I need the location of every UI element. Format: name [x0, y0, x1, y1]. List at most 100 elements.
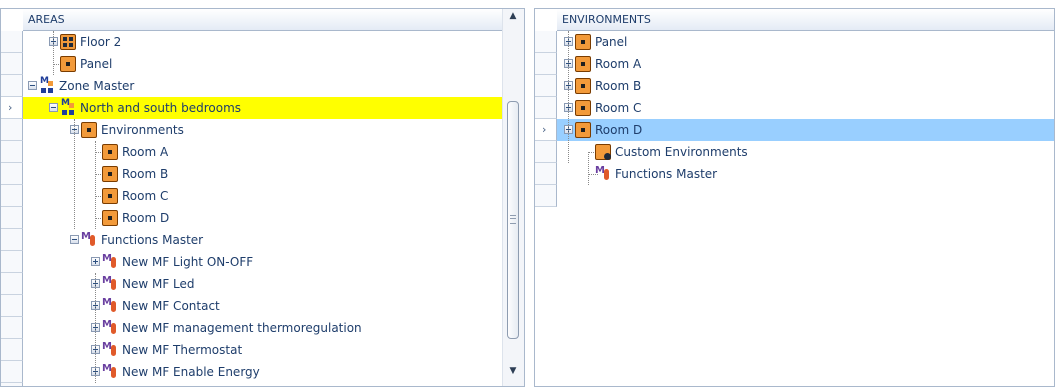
- environments-row-label: Room D: [595, 123, 643, 137]
- tree-connector: [74, 119, 75, 229]
- areas-header[interactable]: AREAS: [23, 9, 503, 31]
- environments-header-label: ENVIRONMENTS: [562, 13, 651, 26]
- areas-row-label: Environments: [101, 123, 184, 137]
- tree-connector: [95, 141, 96, 229]
- areas-row-label: New MF Enable Energy: [122, 365, 260, 379]
- row-selector-column: ›: [535, 9, 557, 386]
- row-selector[interactable]: [1, 317, 23, 339]
- expand-plus-icon[interactable]: [91, 257, 100, 266]
- areas-row[interactable]: M North and south bedrooms: [23, 97, 503, 119]
- areas-header-label: AREAS: [28, 13, 65, 26]
- row-selector[interactable]: [1, 185, 23, 207]
- environment-icon: [81, 122, 97, 138]
- areas-row[interactable]: M New MF Light ON-OFF: [23, 251, 503, 273]
- row-selector[interactable]: [1, 229, 23, 251]
- areas-row[interactable]: M Zone Master: [23, 75, 503, 97]
- environments-panel: › ENVIRONMENTS Panel Room A Room B Room C Ro…: [534, 8, 1055, 387]
- row-selector[interactable]: [1, 163, 23, 185]
- row-selector[interactable]: [535, 141, 557, 163]
- areas-row-label: New MF Contact: [122, 299, 220, 313]
- functions-master-icon: M: [595, 165, 611, 182]
- environment-icon: [60, 56, 76, 72]
- scrollbar-thumb[interactable]: [507, 101, 519, 339]
- environments-tree: Panel Room A Room B Room C Room D Custom Envi…: [557, 31, 1054, 386]
- row-selector[interactable]: [535, 163, 557, 185]
- row-selector[interactable]: [1, 141, 23, 163]
- environments-header[interactable]: ENVIRONMENTS: [557, 9, 1054, 31]
- areas-row-label: New MF Thermostat: [122, 343, 243, 357]
- collapse-minus-icon[interactable]: [70, 235, 79, 244]
- areas-row[interactable]: Environments: [23, 119, 503, 141]
- zone-master-icon: M: [60, 98, 76, 116]
- areas-row-label: New MF Led: [122, 277, 195, 291]
- environments-row-label: Panel: [595, 35, 628, 49]
- areas-row-label: Floor 2: [80, 35, 122, 49]
- environment-icon: [102, 188, 118, 204]
- functions-master-icon: M: [102, 253, 118, 270]
- environments-row[interactable]: Room C: [557, 97, 1054, 119]
- row-selector[interactable]: [535, 75, 557, 97]
- environments-row-label: Room C: [595, 101, 642, 115]
- environments-row[interactable]: M Functions Master: [557, 163, 1054, 185]
- areas-row-label: New MF Light ON-OFF: [122, 255, 254, 269]
- collapse-minus-icon[interactable]: [28, 81, 37, 90]
- floor-icon: [60, 34, 76, 50]
- row-selector[interactable]: ›: [535, 119, 557, 141]
- scroll-up-arrow-icon[interactable]: ▲: [503, 11, 523, 29]
- row-selector[interactable]: [1, 339, 23, 361]
- row-selector[interactable]: [1, 295, 23, 317]
- environments-row[interactable]: Room A: [557, 53, 1054, 75]
- row-selector[interactable]: [1, 361, 23, 383]
- areas-row-label: Functions Master: [101, 233, 204, 247]
- environment-icon: [102, 166, 118, 182]
- row-selector[interactable]: [1, 273, 23, 295]
- environments-row-label: Functions Master: [615, 167, 718, 181]
- areas-scrollbar[interactable]: ▲ ▼: [502, 9, 524, 386]
- functions-master-icon: M: [102, 319, 118, 336]
- row-indicator-icon: ›: [8, 101, 13, 114]
- areas-row[interactable]: Panel: [23, 53, 503, 75]
- environments-row[interactable]: Room B: [557, 75, 1054, 97]
- tree-connector: [95, 273, 96, 383]
- scroll-down-arrow-icon[interactable]: ▼: [503, 366, 523, 384]
- environment-icon: [575, 122, 591, 138]
- row-selector[interactable]: [1, 119, 23, 141]
- environment-icon: [575, 56, 591, 72]
- functions-master-icon: M: [102, 275, 118, 292]
- environments-row[interactable]: Custom Environments: [557, 141, 1054, 163]
- environment-icon: [575, 100, 591, 116]
- areas-row-label: Zone Master: [59, 79, 135, 93]
- areas-row[interactable]: Floor 2: [23, 31, 503, 53]
- row-indicator-icon: ›: [542, 123, 547, 136]
- tree-connector: [588, 152, 589, 185]
- row-selector[interactable]: [535, 31, 557, 53]
- areas-row-label: Panel: [80, 57, 113, 71]
- areas-row[interactable]: M Functions Master: [23, 229, 503, 251]
- row-selector[interactable]: [535, 97, 557, 119]
- functions-master-icon: M: [102, 297, 118, 314]
- row-selector[interactable]: [1, 251, 23, 273]
- functions-master-icon: M: [81, 231, 97, 248]
- row-selector[interactable]: [1, 75, 23, 97]
- row-selector[interactable]: [1, 383, 23, 386]
- row-selector[interactable]: [535, 185, 557, 207]
- tree-connector: [568, 31, 569, 163]
- areas-row-label: Room C: [122, 189, 169, 203]
- areas-row-label: Room D: [122, 211, 170, 225]
- grip-icon: [510, 215, 516, 224]
- row-selector[interactable]: ›: [1, 97, 23, 119]
- areas-row-label: Room A: [122, 145, 169, 159]
- environments-row-label: Room A: [595, 57, 642, 71]
- areas-row-label: Room B: [122, 167, 169, 181]
- row-selector[interactable]: [1, 207, 23, 229]
- row-selector[interactable]: [535, 53, 557, 75]
- environments-row-label: Custom Environments: [615, 145, 748, 159]
- row-selector[interactable]: [1, 53, 23, 75]
- environments-row[interactable]: Room D: [557, 119, 1054, 141]
- row-selector[interactable]: [1, 31, 23, 53]
- collapse-minus-icon[interactable]: [49, 103, 58, 112]
- environment-icon: [575, 78, 591, 94]
- tree-connector: [53, 31, 54, 75]
- environments-row[interactable]: Panel: [557, 31, 1054, 53]
- environment-icon: [102, 144, 118, 160]
